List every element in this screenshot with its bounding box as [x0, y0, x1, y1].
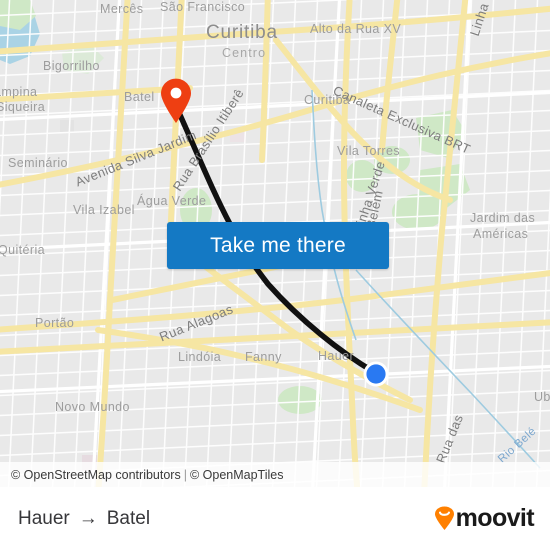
trip-origin: Hauer — [18, 507, 70, 529]
origin-dot-icon[interactable] — [362, 360, 390, 388]
map-canvas[interactable]: Curitiba Centro Mercês São Francisco Alto d… — [0, 0, 550, 487]
moovit-logo[interactable]: moovit — [434, 504, 535, 533]
trip-summary: Hauer → Batel — [18, 508, 150, 530]
moovit-trip-map-screen: Curitiba Centro Mercês São Francisco Alto d… — [0, 0, 550, 550]
footer-bar: Hauer → Batel moovit — [0, 487, 550, 550]
attribution-osm[interactable]: © OpenStreetMap contributors — [11, 468, 181, 482]
moovit-wordmark: moovit — [455, 504, 535, 532]
take-me-there-label: Take me there — [210, 233, 346, 257]
attribution-maptiles[interactable]: © OpenMapTiles — [190, 468, 284, 482]
map-attribution: © OpenStreetMap contributors | © OpenMap… — [0, 462, 550, 487]
attribution-separator: | — [183, 467, 187, 482]
arrow-right-icon: → — [78, 508, 98, 529]
take-me-there-button[interactable]: Take me there — [167, 222, 389, 269]
moovit-pin-smile-icon — [434, 506, 455, 531]
destination-pin-icon[interactable] — [159, 78, 193, 124]
trip-destination: Batel — [106, 507, 151, 529]
